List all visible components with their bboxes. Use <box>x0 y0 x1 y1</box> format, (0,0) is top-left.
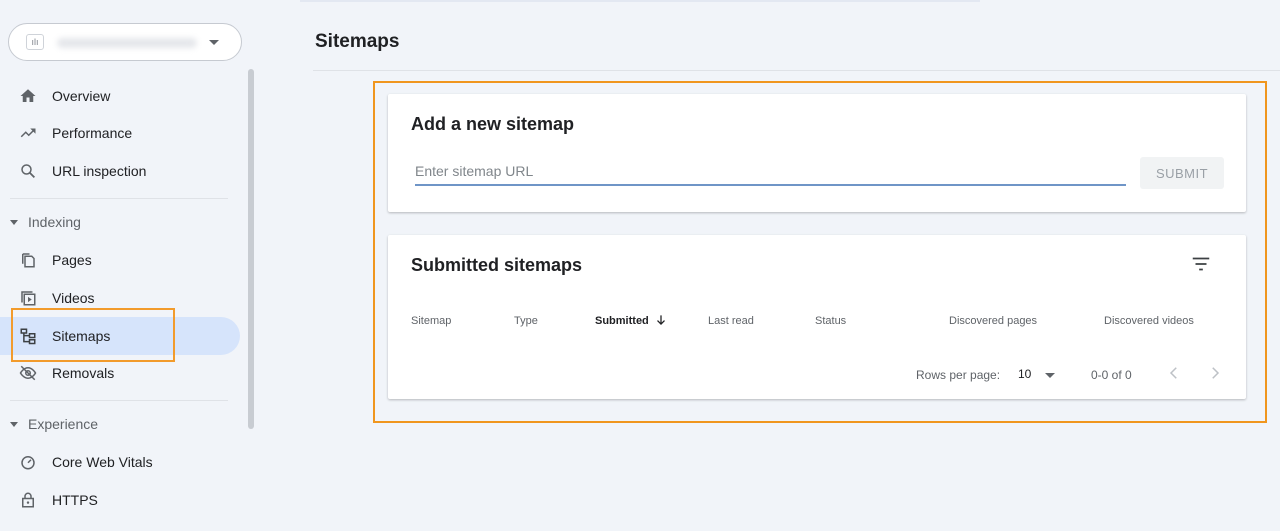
sidebar-item-performance[interactable]: Performance <box>0 114 240 152</box>
sidebar-item-label: Removals <box>52 365 115 381</box>
sidebar-item-label: Core Web Vitals <box>52 454 153 470</box>
sidebar-item-url-inspection[interactable]: URL inspection <box>0 152 240 190</box>
caret-down-icon <box>10 219 18 225</box>
sitemaps-panel-highlight-box <box>373 81 1267 423</box>
section-label: Indexing <box>28 214 81 230</box>
sidebar-item-label: Videos <box>52 290 95 306</box>
sidebar-item-label: HTTPS <box>52 492 98 508</box>
pages-icon <box>22 253 35 268</box>
sidebar-item-overview[interactable]: Overview <box>0 77 240 115</box>
sidebar-item-core-web-vitals[interactable]: Core Web Vitals <box>0 443 240 481</box>
eye-off-icon <box>19 365 37 381</box>
home-icon <box>20 89 36 102</box>
property-selector[interactable]: ılı <box>8 23 242 61</box>
top-divider <box>300 0 980 2</box>
section-experience[interactable]: Experience <box>10 416 98 436</box>
section-indexing[interactable]: Indexing <box>10 214 81 234</box>
trending-up-icon <box>20 128 36 138</box>
sidebar-divider <box>10 400 228 401</box>
caret-down-icon <box>10 421 18 427</box>
lock-icon <box>22 492 34 508</box>
sidebar-item-label: URL inspection <box>52 163 147 179</box>
sidebar-item-label: Performance <box>52 125 133 141</box>
sidebar-divider <box>10 198 228 199</box>
video-icon <box>21 291 36 306</box>
sidebar-item-https[interactable]: HTTPS <box>0 481 240 519</box>
sitemaps-highlight-box <box>11 308 175 362</box>
sidebar-item-label: Pages <box>52 252 92 268</box>
search-icon <box>21 164 36 179</box>
sidebar-item-pages[interactable]: Pages <box>0 241 240 279</box>
sidebar-scrollbar[interactable] <box>248 69 254 429</box>
page-title: Sitemaps <box>315 31 400 52</box>
sidebar: ılı Overview Performance URL inspection … <box>0 0 256 531</box>
section-label: Experience <box>28 416 99 432</box>
property-favicon: ılı <box>26 34 44 50</box>
gauge-icon <box>21 456 35 470</box>
sidebar-item-label: Overview <box>52 88 111 104</box>
chevron-down-icon <box>209 40 219 45</box>
property-name-redacted <box>57 38 197 48</box>
title-divider <box>313 70 1280 71</box>
